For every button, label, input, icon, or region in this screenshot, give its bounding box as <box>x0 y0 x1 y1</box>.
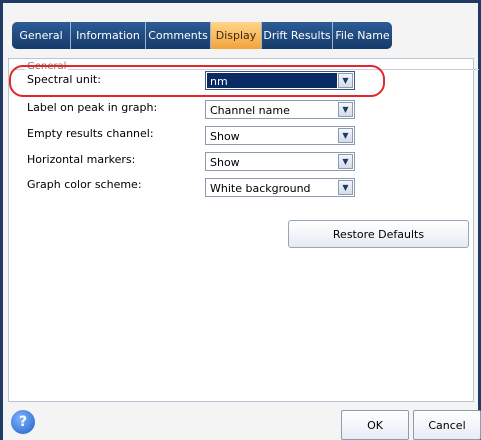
spectral-unit-highlight <box>9 65 385 97</box>
help-icon[interactable]: ? <box>11 410 35 434</box>
tab-information[interactable]: Information <box>71 22 146 49</box>
chevron-down-icon[interactable]: ▼ <box>338 180 353 195</box>
chevron-down-icon[interactable]: ▼ <box>338 128 353 143</box>
empty-results-channel-label: Empty results channel: <box>27 127 154 140</box>
tab-general[interactable]: General <box>12 22 71 49</box>
graph-color-scheme-select[interactable]: White background ▼ <box>205 178 355 197</box>
tab-file-name[interactable]: File Name <box>333 22 392 49</box>
dialog-footer: ? OK Cancel <box>0 410 481 440</box>
chevron-down-icon[interactable]: ▼ <box>338 102 353 117</box>
empty-results-channel-value: Show <box>210 130 240 143</box>
tab-bar: General Information Comments Display Dri… <box>12 22 392 49</box>
tab-display[interactable]: Display <box>211 22 262 49</box>
empty-results-channel-select[interactable]: Show ▼ <box>205 126 355 145</box>
window-frame-top <box>0 0 481 3</box>
label-on-peak-select[interactable]: Channel name ▼ <box>205 100 355 119</box>
label-on-peak-value: Channel name <box>210 104 290 117</box>
ok-button[interactable]: OK <box>341 410 409 440</box>
chevron-down-icon[interactable]: ▼ <box>338 154 353 169</box>
cancel-button[interactable]: Cancel <box>413 410 481 440</box>
restore-defaults-button[interactable]: Restore Defaults <box>288 220 469 248</box>
tab-drift-results[interactable]: Drift Results <box>262 22 333 49</box>
label-on-peak-label: Label on peak in graph: <box>27 101 158 114</box>
horizontal-markers-select[interactable]: Show ▼ <box>205 152 355 171</box>
horizontal-markers-label: Horizontal markers: <box>27 153 136 166</box>
tab-comments[interactable]: Comments <box>146 22 211 49</box>
window-frame-left <box>0 0 3 440</box>
settings-dialog: General Information Comments Display Dri… <box>0 0 481 440</box>
graph-color-scheme-value: White background <box>210 182 311 195</box>
horizontal-markers-value: Show <box>210 156 240 169</box>
graph-color-scheme-label: Graph color scheme: <box>27 178 142 191</box>
